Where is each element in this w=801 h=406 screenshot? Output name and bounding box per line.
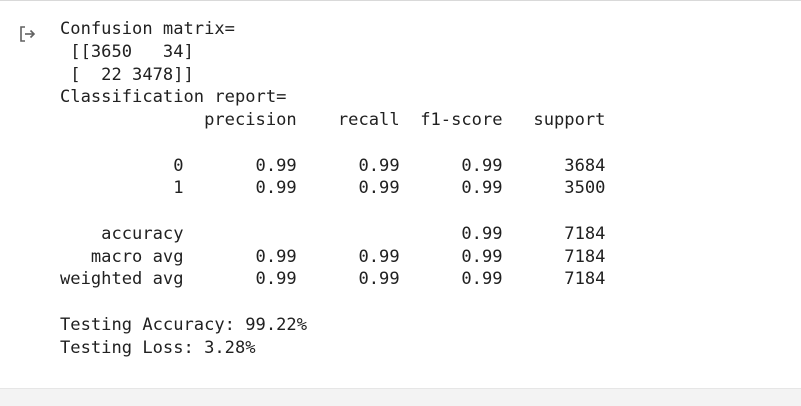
output-line: macro avg 0.99 0.99 0.99 7184 bbox=[60, 246, 606, 267]
output-line: weighted avg 0.99 0.99 0.99 7184 bbox=[60, 269, 606, 290]
output-line: Confusion matrix= bbox=[60, 19, 235, 39]
cell-output-area: Confusion matrix= [[3650 34] [ 22 3478]]… bbox=[0, 1, 801, 388]
output-line: precision recall f1-score support bbox=[60, 110, 606, 130]
output-line: Testing Accuracy: 99.22% bbox=[60, 314, 307, 335]
output-line: accuracy 0.99 7184 bbox=[60, 223, 606, 244]
output-line: Testing Loss: 3.28% bbox=[60, 337, 256, 358]
output-line: [[3650 34] bbox=[60, 41, 194, 62]
output-line: [ 22 3478]] bbox=[60, 64, 194, 85]
output-text: Confusion matrix= [[3650 34] [ 22 3478]]… bbox=[60, 18, 605, 359]
next-cell-gutter bbox=[4, 401, 16, 406]
output-arrow-icon-svg bbox=[20, 26, 36, 42]
output-line: 1 0.99 0.99 0.99 3500 bbox=[60, 178, 606, 199]
next-code-cell[interactable] bbox=[0, 388, 801, 406]
output-arrow-icon[interactable] bbox=[18, 24, 38, 44]
output-line: 0 0.99 0.99 0.99 3684 bbox=[60, 155, 606, 176]
output-line: Classification report= bbox=[60, 87, 287, 108]
